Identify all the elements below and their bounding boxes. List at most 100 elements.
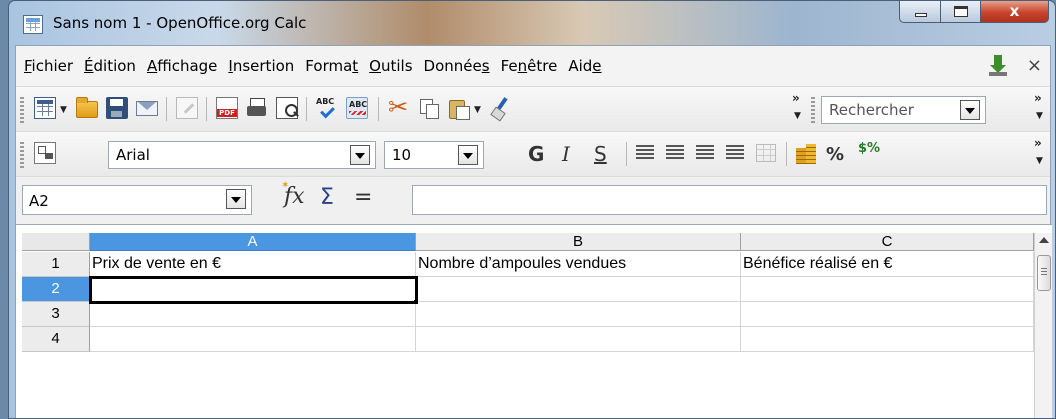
align-right-icon[interactable] <box>696 145 714 161</box>
align-center-icon[interactable] <box>666 145 684 161</box>
toolbar-overflow-icon[interactable]: » <box>1034 91 1042 105</box>
close-button[interactable]: x <box>981 1 1049 23</box>
function-button[interactable]: = <box>354 185 372 210</box>
toolbar-options-icon[interactable]: ▼ <box>794 111 801 121</box>
menu-bar: Fichier Édition Affichage Insertion Form… <box>16 46 1050 86</box>
cell-reference: A2 <box>29 192 49 210</box>
cell-b4[interactable] <box>416 327 741 352</box>
cell-a3[interactable] <box>90 302 416 327</box>
export-pdf-icon[interactable] <box>216 97 238 119</box>
toolbar-grip-icon[interactable] <box>20 97 24 123</box>
font-size-value: 10 <box>392 146 412 164</box>
close-icon: x <box>1009 2 1020 20</box>
calc-app-icon[interactable] <box>23 15 43 34</box>
toolbar-options-icon[interactable]: ▼ <box>1036 111 1043 121</box>
name-box[interactable]: A2 <box>22 185 252 215</box>
select-all-corner[interactable] <box>22 233 90 251</box>
styles-navigator-icon[interactable] <box>34 142 56 164</box>
maximize-button[interactable] <box>941 1 981 23</box>
standard-toolbar: ▼ ▼ » ▼ Rechercher <box>16 86 1050 131</box>
spellcheck-icon[interactable] <box>316 97 338 119</box>
paste-dropdown-icon[interactable]: ▼ <box>474 105 481 115</box>
font-name-field[interactable]: Arial <box>108 141 376 169</box>
row-header-4[interactable]: 4 <box>22 327 90 352</box>
currency-format-icon[interactable] <box>796 142 816 164</box>
cell-c1[interactable]: Bénéfice réalisé en € <box>741 252 1034 277</box>
cell-b2[interactable] <box>416 277 741 302</box>
name-box-dropdown-icon[interactable] <box>226 189 246 209</box>
clone-formatting-icon[interactable] <box>490 97 512 119</box>
cell-c2[interactable] <box>741 277 1034 302</box>
update-download-icon[interactable] <box>987 54 1009 76</box>
justify-icon[interactable] <box>726 145 744 161</box>
toolbar-separator <box>166 97 167 121</box>
percent-format-button[interactable]: % <box>826 144 844 165</box>
auto-spellcheck-icon[interactable] <box>346 97 368 119</box>
cell-c3[interactable] <box>741 302 1034 327</box>
row-header-1[interactable]: 1 <box>22 252 90 277</box>
toolbar-grip-icon[interactable] <box>811 97 815 123</box>
cut-icon[interactable] <box>388 93 410 121</box>
align-left-icon[interactable] <box>636 145 654 161</box>
search-input[interactable]: Rechercher <box>821 96 986 124</box>
menu-outils[interactable]: Outils <box>369 57 412 75</box>
new-document-icon[interactable] <box>34 97 56 119</box>
copy-icon[interactable] <box>418 97 440 119</box>
standard-format-button[interactable]: $% <box>858 141 880 156</box>
font-name-dropdown-icon[interactable] <box>350 145 370 165</box>
menu-fichier[interactable]: Fichier <box>24 57 73 75</box>
font-size-dropdown-icon[interactable] <box>458 145 478 165</box>
cell-b1[interactable]: Nombre d’ampoules vendues <box>416 252 741 277</box>
search-dropdown-icon[interactable] <box>960 100 980 120</box>
italic-button[interactable]: I <box>562 142 570 166</box>
menu-aide[interactable]: Aide <box>568 57 601 75</box>
merge-cells-icon[interactable] <box>756 144 776 162</box>
bold-button[interactable]: G <box>528 142 544 166</box>
paste-icon[interactable] <box>448 97 470 120</box>
column-header-c[interactable]: C <box>741 233 1034 251</box>
formula-input[interactable] <box>412 185 1047 215</box>
close-document-button[interactable]: × <box>1027 55 1042 76</box>
column-header-b[interactable]: B <box>416 233 741 251</box>
menu-edition[interactable]: Édition <box>84 57 136 75</box>
toolbar-overflow-icon[interactable]: » <box>792 91 800 105</box>
new-dropdown-icon[interactable]: ▼ <box>60 105 67 115</box>
app-chrome: Fichier Édition Affichage Insertion Form… <box>15 45 1052 418</box>
save-icon[interactable] <box>106 97 128 119</box>
scroll-up-icon[interactable] <box>1039 237 1049 243</box>
font-size-field[interactable]: 10 <box>384 141 484 169</box>
cell-a2[interactable] <box>89 276 418 304</box>
open-folder-icon[interactable] <box>76 97 98 118</box>
toolbar-grip-icon[interactable] <box>20 142 24 168</box>
menu-donnees[interactable]: Données <box>424 57 490 75</box>
email-icon[interactable] <box>136 101 158 116</box>
print-icon[interactable] <box>246 97 268 119</box>
application-window: Sans nom 1 - OpenOffice.org Calc x Fichi… <box>8 0 1056 419</box>
menu-affichage[interactable]: Affichage <box>147 57 217 75</box>
vertical-scrollbar[interactable] <box>1034 233 1052 418</box>
print-preview-icon[interactable] <box>276 97 298 119</box>
toolbar-options-icon[interactable]: ▼ <box>1036 156 1043 166</box>
cell-c4[interactable] <box>741 327 1034 352</box>
menu-format[interactable]: Format <box>305 57 358 75</box>
sum-button[interactable]: Σ <box>320 185 334 210</box>
toolbar-separator <box>306 97 307 121</box>
toolbar-overflow-icon[interactable]: » <box>1034 136 1042 150</box>
row-header-2[interactable]: 2 <box>22 277 90 302</box>
window-controls: x <box>899 1 1049 23</box>
spreadsheet-grid: A B C 1 Prix de vente en € Nombre d’ampo… <box>16 224 1052 418</box>
column-header-a[interactable]: A <box>90 233 416 251</box>
function-wizard-button[interactable]: ✶ fx <box>281 180 305 209</box>
menu-fenetre[interactable]: Fenêtre <box>501 57 558 75</box>
minimize-button[interactable] <box>899 1 941 23</box>
underline-button[interactable]: S <box>594 142 607 166</box>
row-header-3[interactable]: 3 <box>22 302 90 327</box>
toolbar-separator <box>206 97 207 121</box>
edit-file-icon[interactable] <box>176 97 198 119</box>
title-bar[interactable]: Sans nom 1 - OpenOffice.org Calc x <box>9 1 1055 45</box>
scroll-thumb[interactable] <box>1037 255 1051 291</box>
menu-insertion[interactable]: Insertion <box>228 57 294 75</box>
cell-b3[interactable] <box>416 302 741 327</box>
cell-a1[interactable]: Prix de vente en € <box>90 252 416 277</box>
cell-a4[interactable] <box>90 327 416 352</box>
